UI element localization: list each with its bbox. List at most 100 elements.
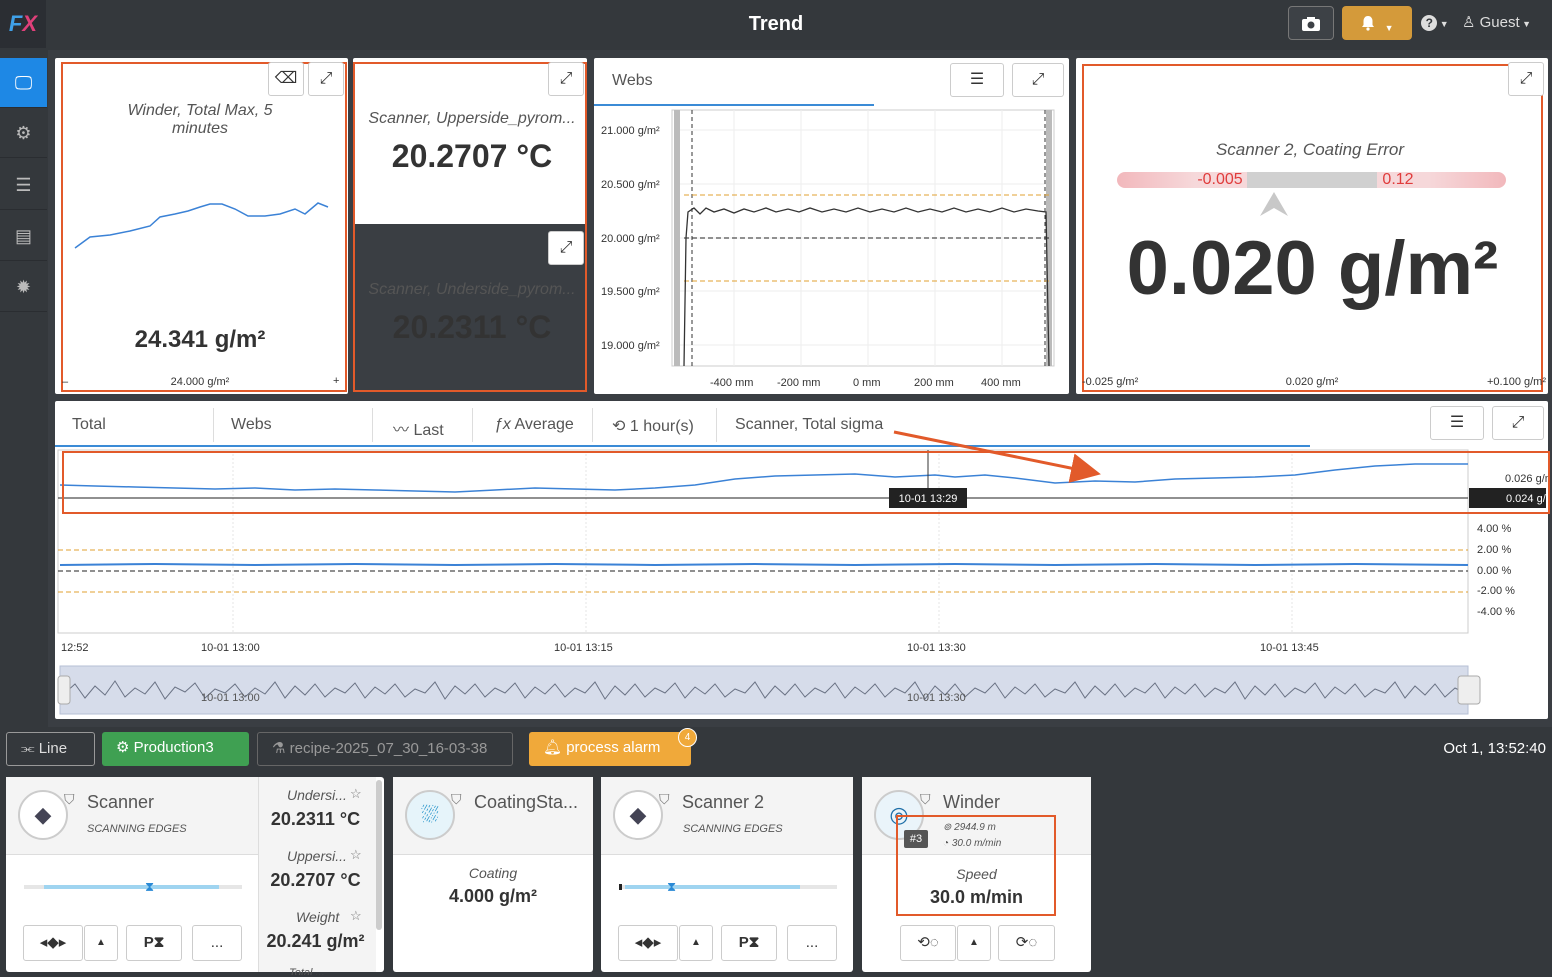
weight-value: 20.241 g/m² — [266, 931, 365, 951]
scale-right-mark: + — [333, 375, 340, 387]
line-button[interactable]: ⫘ Line — [6, 732, 95, 766]
sidebar-item-settings[interactable]: ☰ — [0, 160, 47, 210]
caret-up-icon: ▲ — [691, 937, 701, 948]
tag-icon: ⛉ — [64, 791, 75, 807]
scale-mid: 0.020 g/m² — [1285, 376, 1339, 388]
expand-button[interactable]: ⤢ — [1492, 406, 1544, 440]
help-menu-button[interactable]: ? ▼ — [1418, 6, 1452, 40]
expand-button[interactable]: ⤢ — [308, 62, 344, 96]
tab-total-sigma[interactable]: Scanner, Total sigma — [735, 416, 883, 434]
wind-mode-button[interactable]: ⟲◌ — [900, 925, 956, 961]
pct-tick: 4.00 % — [1477, 523, 1511, 535]
divider — [213, 408, 214, 442]
coating-error-value: 0.020 g/m² — [1126, 226, 1499, 311]
star-icon[interactable]: ☆ — [350, 786, 362, 802]
tab-webs[interactable]: Webs — [594, 58, 874, 106]
scan-range — [625, 885, 800, 889]
wind-icon: ⟲◌ — [917, 934, 939, 951]
tab-total[interactable]: Total — [72, 416, 106, 434]
scale-max: +0.100 g/m² — [1486, 376, 1546, 388]
value-label: Total ... — [289, 967, 325, 975]
webs-profile-chart: 21.000 g/m² 20.500 g/m² 20.000 g/m² 19.5… — [601, 109, 1055, 389]
history-icon: ⟲ — [612, 418, 626, 435]
scan-both-icon: ◂◆▸ — [39, 934, 67, 951]
highlight-frame — [62, 451, 1550, 514]
user-menu-button[interactable]: ♙ Guest ▼ — [1462, 6, 1544, 40]
scan-both-icon: ◂◆▸ — [634, 934, 662, 951]
divider — [592, 408, 593, 442]
tile-title: Scanner — [87, 792, 155, 812]
scan-direction-button[interactable]: ◂◆▸ — [23, 925, 83, 961]
expand-button[interactable]: ⤢ — [1508, 62, 1544, 96]
scanner-icon: ◆ — [613, 790, 663, 840]
x-tick: -200 mm — [777, 377, 820, 389]
y-tick: 19.500 g/m² — [601, 286, 660, 298]
more-button[interactable]: ... — [787, 925, 837, 961]
alarm-dropdown-button[interactable]: ▼ — [1342, 6, 1412, 40]
star-icon[interactable]: ☆ — [350, 908, 362, 924]
coating-label: Coating — [468, 865, 518, 881]
widget-title: Scanner 2, Coating Error — [1215, 140, 1405, 159]
sidebar-item-production[interactable]: ⚙ — [0, 108, 47, 158]
coating-station-icon: ⛆ — [405, 790, 455, 840]
sidebar-item-config[interactable]: ✹ — [0, 262, 47, 312]
expand-button[interactable]: ⤢ — [548, 231, 584, 265]
timespan-selector[interactable]: ⟲ 1 hour(s) — [612, 416, 694, 436]
help-icon: ? — [1421, 15, 1438, 31]
gear-icon: ✹ — [15, 277, 32, 297]
time-tick: 10-01 13:00 — [201, 642, 260, 654]
tile-title: CoatingSta... — [474, 792, 579, 812]
value-label: Weight — [296, 909, 340, 925]
divider — [372, 408, 373, 442]
expand-button[interactable]: ⤢ — [548, 62, 584, 96]
chevron-down-icon: ▼ — [1437, 19, 1449, 29]
y-tick: 19.000 g/m² — [601, 340, 660, 352]
process-alarm-button[interactable]: 🔔︎ process alarm — [529, 732, 691, 766]
production-icon: ⚙ — [116, 739, 130, 756]
dropdown-toggle[interactable]: ▲ — [679, 925, 713, 961]
eraser-button[interactable]: ⌫ — [268, 62, 304, 96]
underside-value: 20.2311 °C — [392, 309, 552, 345]
camera-icon — [1302, 17, 1320, 31]
upperside-value: 20.2707 °C — [391, 138, 553, 174]
user-icon: ♙ — [1462, 14, 1476, 31]
recipe-button[interactable]: ⚗ recipe-2025_07_30_16-03-38 — [257, 732, 513, 766]
scrollbar[interactable] — [376, 780, 382, 930]
upperside-value: 20.2707 °C — [270, 870, 361, 890]
expand-button[interactable]: ⤢ — [1012, 63, 1064, 97]
low-limit: -0.005 — [1197, 171, 1243, 188]
x-tick: 200 mm — [914, 377, 954, 389]
menu-button[interactable]: ☰ — [1430, 406, 1484, 440]
x-tick: -400 mm — [710, 377, 753, 389]
last-selector[interactable]: 〰 Last — [393, 416, 444, 440]
scan-direction-button[interactable]: ◂◆▸ — [618, 925, 678, 961]
dropdown-toggle[interactable]: ▲ — [84, 925, 118, 961]
expand-icon: ⤢ — [1511, 414, 1525, 431]
sidebar-item-trend[interactable]: 🖵 — [0, 58, 47, 108]
screenshot-button[interactable] — [1288, 6, 1334, 40]
sidebar-item-reports[interactable]: ▤ — [0, 211, 47, 261]
dropdown-toggle[interactable]: ▲ — [957, 925, 991, 961]
star-icon[interactable]: ☆ — [350, 847, 362, 863]
waveform-icon: 〰 — [393, 422, 410, 439]
more-button[interactable]: ... — [192, 925, 242, 961]
average-selector[interactable]: ƒx Average — [494, 416, 574, 434]
tile-subtitle: SCANNING EDGES — [87, 823, 187, 835]
scale-left-mark: – — [62, 376, 69, 388]
unwind-mode-button[interactable]: ⟳◌ — [998, 925, 1055, 961]
production-button[interactable]: ⚙ Production3 — [102, 732, 249, 766]
expand-icon: ⤢ — [559, 239, 573, 256]
scale-min: -0.025 g/m² — [1082, 376, 1139, 388]
navigator-range — [59, 665, 1469, 715]
y-tick: 21.000 g/m² — [601, 125, 660, 137]
chevron-down-icon: ▼ — [1519, 19, 1532, 29]
tab-webs[interactable]: Webs — [231, 416, 272, 434]
park-button[interactable]: P⧗ — [721, 925, 777, 961]
navigator-right-handle — [1457, 675, 1481, 705]
park-button[interactable]: P⧗ — [126, 925, 182, 961]
time-tick: 10-01 13:45 — [1260, 642, 1319, 654]
expand-icon: ⤢ — [319, 70, 333, 87]
highlight-frame — [896, 815, 1056, 916]
alarm-count-badge: 4 — [678, 728, 697, 747]
menu-button[interactable]: ☰ — [950, 63, 1004, 97]
